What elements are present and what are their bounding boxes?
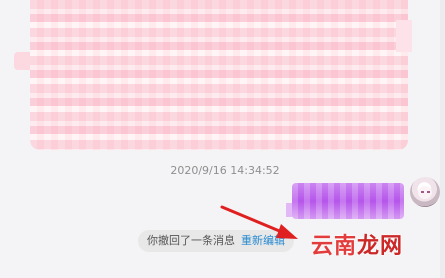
arrow-head bbox=[276, 224, 298, 239]
watermark-part-1: 云南 bbox=[311, 234, 358, 259]
watermark-logo: 云南龙网 bbox=[311, 234, 403, 260]
chat-message-area: 2020/9/16 14:34:52 你撤回了一条消息 重新编辑 云南龙网 bbox=[0, 0, 445, 278]
watermark-part-2: 龙网 bbox=[357, 234, 404, 259]
